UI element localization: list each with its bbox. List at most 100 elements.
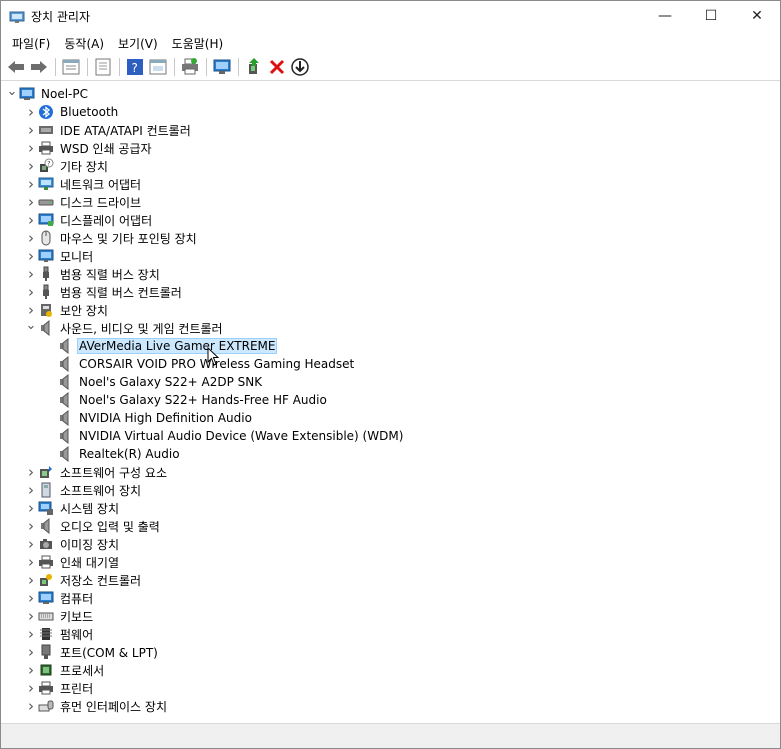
tree-category[interactable]: › 소프트웨어 구성 요소 xyxy=(24,463,169,481)
chevron-right-icon[interactable]: › xyxy=(24,481,38,499)
tree-item-label: Noel's Galaxy S22+ Hands-Free HF Audio xyxy=(79,393,327,407)
chevron-right-icon[interactable]: › xyxy=(24,463,38,481)
tree-category[interactable]: › 포트(COM & LPT) xyxy=(24,643,160,661)
monitor-scan-button[interactable] xyxy=(211,56,233,78)
icon-wrap xyxy=(38,212,54,228)
printer-icon xyxy=(39,555,53,569)
menu-help[interactable]: 도움말(H) xyxy=(165,35,231,52)
chevron-right-icon[interactable]: › xyxy=(24,589,38,607)
tree-category[interactable]: › 디스크 드라이브 xyxy=(24,193,143,211)
maximize-button[interactable]: ☐ xyxy=(688,1,734,31)
tree-category[interactable]: › 키보드 xyxy=(24,607,95,625)
chevron-right-icon[interactable]: › xyxy=(24,211,38,229)
tree-device[interactable]: CORSAIR VOID PRO Wireless Gaming Headset xyxy=(43,355,356,373)
tree-category[interactable]: › 컴퓨터 xyxy=(24,589,95,607)
tree-device[interactable]: Realtek(R) Audio xyxy=(43,445,182,463)
menu-bar: 파일(F) 동작(A) 보기(V) 도움말(H) xyxy=(1,32,780,54)
tree-category[interactable]: › 마우스 및 기타 포인팅 장치 xyxy=(24,229,199,247)
chevron-right-icon[interactable]: › xyxy=(24,193,38,211)
tree-item-label: NVIDIA High Definition Audio xyxy=(79,411,252,425)
view-button[interactable] xyxy=(92,56,114,78)
tree-category[interactable]: › 모니터 xyxy=(24,247,95,265)
title-bar[interactable]: 장치 관리자 — ☐ ✕ xyxy=(1,1,780,32)
menu-action[interactable]: 동작(A) xyxy=(57,35,111,52)
chevron-right-icon[interactable]: › xyxy=(24,265,38,283)
chevron-right-icon[interactable]: › xyxy=(24,499,38,517)
device-tree[interactable]: ⌄ Noel-PC › Bluetooth › IDE ATA/ATAPI 컨트롤러 › WS… xyxy=(1,82,780,724)
tree-item-label: WSD 인쇄 공급자 xyxy=(60,141,152,156)
chevron-right-icon[interactable]: › xyxy=(24,625,38,643)
chevron-right-icon[interactable]: › xyxy=(24,607,38,625)
tree-category[interactable]: › 펌웨어 xyxy=(24,625,95,643)
menu-file[interactable]: 파일(F) xyxy=(5,35,57,52)
chevron-down-icon[interactable]: ⌄ xyxy=(5,83,19,101)
chevron-right-icon[interactable]: › xyxy=(24,175,38,193)
tree-category[interactable]: › IDE ATA/ATAPI 컨트롤러 xyxy=(24,121,193,139)
chevron-down-icon[interactable]: ⌄ xyxy=(24,317,38,335)
tree-category[interactable]: › 프린터 xyxy=(24,679,95,697)
disk-icon xyxy=(38,199,54,206)
minimize-button[interactable]: — xyxy=(642,1,688,31)
tree-category[interactable]: › 인쇄 대기열 xyxy=(24,553,121,571)
properties-button[interactable] xyxy=(60,56,82,78)
tree-item-label: 소프트웨어 장치 xyxy=(60,483,142,498)
chevron-right-icon[interactable]: › xyxy=(24,679,38,697)
tree-device[interactable]: NVIDIA Virtual Audio Device (Wave Extens… xyxy=(43,427,405,445)
back-button[interactable] xyxy=(5,56,27,78)
tree-category[interactable]: › 디스플레이 어댑터 xyxy=(24,211,154,229)
details-button[interactable] xyxy=(147,56,169,78)
print-button[interactable] xyxy=(179,56,201,78)
update-driver-button[interactable] xyxy=(243,56,265,78)
chevron-right-icon[interactable]: › xyxy=(24,571,38,589)
chevron-right-icon[interactable]: › xyxy=(24,535,38,553)
tree-category[interactable]: › 저장소 컨트롤러 xyxy=(24,571,143,589)
chevron-right-icon[interactable]: › xyxy=(24,643,38,661)
tree-item-label: Realtek(R) Audio xyxy=(79,447,180,461)
tree-category[interactable]: › 프로세서 xyxy=(24,661,106,679)
port-icon xyxy=(41,644,51,659)
tree-root-computer[interactable]: ⌄ Noel-PC xyxy=(5,83,90,103)
chevron-right-icon[interactable]: › xyxy=(24,553,38,571)
tree-device[interactable]: NVIDIA High Definition Audio xyxy=(43,409,254,427)
tree-category[interactable]: › 네트워크 어댑터 xyxy=(24,175,143,193)
tree-category[interactable]: › 이미징 장치 xyxy=(24,535,121,553)
computer-icon xyxy=(38,591,54,604)
tree-item-label: Noel-PC xyxy=(41,87,88,101)
uninstall-button[interactable] xyxy=(266,56,288,78)
details-icon xyxy=(149,59,167,75)
tree-category[interactable]: › 범용 직렬 버스 컨트롤러 xyxy=(24,283,184,301)
chevron-right-icon[interactable]: › xyxy=(24,697,38,715)
help-button[interactable]: ? xyxy=(124,56,146,78)
chevron-right-icon[interactable]: › xyxy=(24,157,38,175)
tree-category[interactable]: › 휴먼 인터페이스 장치 xyxy=(24,697,169,715)
tree-item-label: 포트(COM & LPT) xyxy=(60,645,158,660)
tree-category[interactable]: › 시스템 장치 xyxy=(24,499,121,517)
keyboard-icon xyxy=(38,612,54,621)
tree-category[interactable]: › WSD 인쇄 공급자 xyxy=(24,139,154,157)
forward-button[interactable] xyxy=(28,56,50,78)
menu-view[interactable]: 보기(V) xyxy=(111,35,165,52)
chevron-right-icon[interactable]: › xyxy=(24,283,38,301)
chevron-right-icon[interactable]: › xyxy=(24,661,38,679)
tree-item-label: 인쇄 대기열 xyxy=(60,555,120,570)
tree-device[interactable]: AVerMedia Live Gamer EXTREME xyxy=(43,337,278,355)
chevron-right-icon[interactable]: › xyxy=(24,247,38,265)
tree-category[interactable]: › 소프트웨어 장치 xyxy=(24,481,143,499)
tree-category[interactable]: › Bluetooth xyxy=(24,103,120,121)
download-button[interactable] xyxy=(289,56,311,78)
tree-category[interactable]: › 오디오 입력 및 출력 xyxy=(24,517,162,535)
tree-item-label: 저장소 컨트롤러 xyxy=(60,573,142,588)
close-button[interactable]: ✕ xyxy=(734,1,780,31)
tree-category[interactable]: › 범용 직렬 버스 장치 xyxy=(24,265,162,283)
tree-device[interactable]: Noel's Galaxy S22+ A2DP SNK xyxy=(43,373,264,391)
chevron-right-icon[interactable]: › xyxy=(24,103,38,121)
chevron-right-icon[interactable]: › xyxy=(24,229,38,247)
icon-wrap xyxy=(38,266,54,282)
tree-category[interactable]: ⌄ 사운드, 비디오 및 게임 컨트롤러 xyxy=(24,317,225,337)
tree-device[interactable]: Noel's Galaxy S22+ Hands-Free HF Audio xyxy=(43,391,329,409)
help-icon: ? xyxy=(127,59,143,75)
chevron-right-icon[interactable]: › xyxy=(24,517,38,535)
tree-category[interactable]: ›? 기타 장치 xyxy=(24,157,110,175)
chevron-right-icon[interactable]: › xyxy=(24,121,38,139)
chevron-right-icon[interactable]: › xyxy=(24,139,38,157)
